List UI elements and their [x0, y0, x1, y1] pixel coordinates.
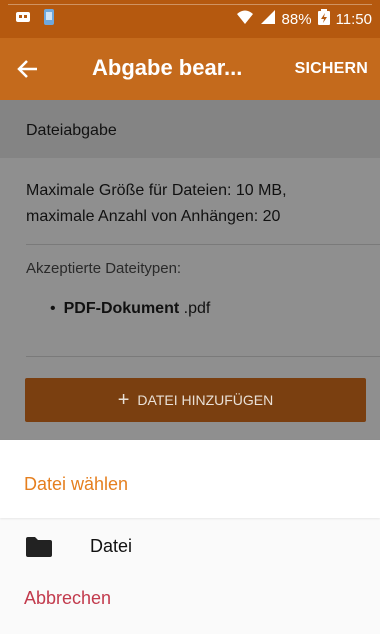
add-file-button[interactable]: + DATEI HINZUFÜGEN	[25, 378, 366, 422]
accepted-types-label: Akzeptierte Dateitypen:	[26, 260, 182, 277]
max-attachments-text: maximale Anzahl von Anhängen: 20	[26, 208, 281, 225]
cancel-button[interactable]: Abbrechen	[24, 588, 111, 609]
folder-icon	[26, 537, 52, 562]
signal-icon	[260, 9, 276, 29]
max-size-text: Maximale Größe für Dateien: 10 MB,	[26, 182, 287, 199]
app-bar: Abgabe bear... SICHERN	[0, 38, 380, 100]
sheet-title: Datei wählen	[0, 440, 380, 518]
add-file-label: DATEI HINZUFÜGEN	[137, 392, 274, 408]
page-title: Abgabe bear...	[92, 55, 243, 80]
section-header: Dateiabgabe	[0, 100, 380, 158]
status-bar: 88% 11:50	[0, 0, 380, 38]
filetype-item: • PDF-Dokument .pdf	[50, 300, 210, 318]
file-limits: Maximale Größe für Dateien: 10 MB, maxim…	[26, 178, 366, 230]
app-notification-icon	[14, 8, 32, 26]
status-bar-line	[8, 4, 372, 5]
divider	[26, 356, 380, 357]
battery-icon	[317, 9, 330, 29]
battery-percent: 88%	[281, 10, 312, 28]
filetype-name: PDF-Dokument	[63, 300, 180, 317]
status-indicators: 88% 11:50	[236, 9, 372, 29]
arrow-left-icon	[17, 60, 37, 78]
filetype-extension: .pdf	[183, 300, 211, 317]
save-button[interactable]: SICHERN	[295, 60, 368, 78]
divider	[26, 244, 380, 245]
bullet: •	[50, 300, 56, 317]
clock: 11:50	[335, 10, 372, 28]
back-button[interactable]	[10, 51, 46, 87]
sheet-item-label: Datei	[90, 536, 133, 556]
notification-icons	[14, 8, 58, 26]
phone-icon	[40, 8, 58, 26]
wifi-icon	[236, 9, 254, 29]
submission-content: Dateiabgabe Maximale Größe für Dateien: …	[0, 100, 380, 440]
sheet-item-file[interactable]: Datei	[0, 518, 380, 574]
file-picker-sheet: Datei wählen Datei Abbrechen	[0, 440, 380, 634]
plus-icon: +	[117, 389, 130, 411]
